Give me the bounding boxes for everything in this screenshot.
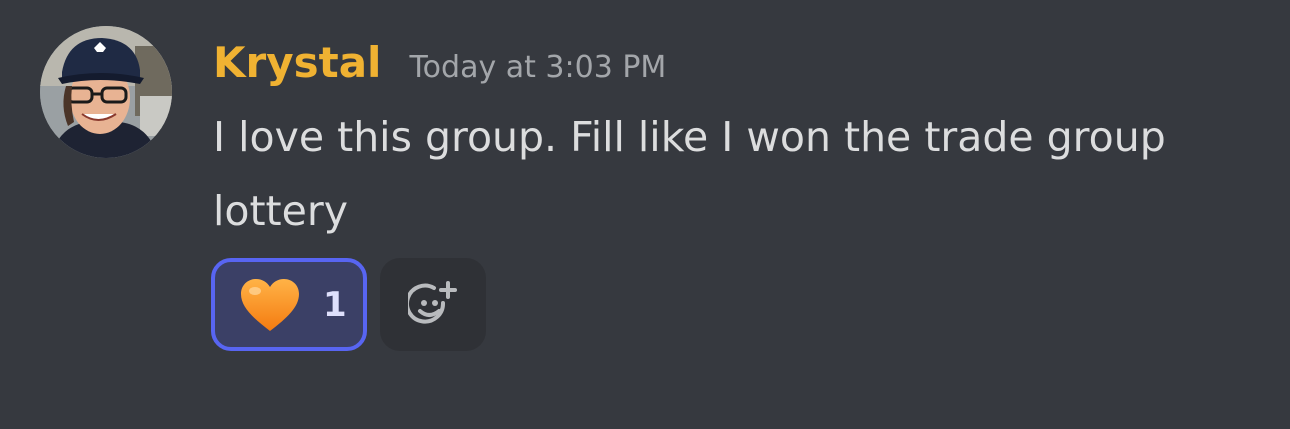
message-timestamp: Today at 3:03 PM — [409, 50, 667, 85]
add-reaction-smiley-icon — [408, 280, 457, 324]
reaction-count: 1 — [323, 284, 347, 325]
avatar-photo — [40, 26, 172, 158]
reaction-bar: 1 — [211, 258, 486, 351]
message-header: Krystal Today at 3:03 PM — [213, 38, 666, 94]
chat-message: Krystal Today at 3:03 PM I love this gro… — [0, 0, 1290, 429]
reaction-orange-heart[interactable]: 1 — [211, 258, 367, 351]
add-reaction-button[interactable] — [380, 258, 486, 351]
avatar[interactable] — [40, 26, 172, 158]
orange-heart-icon — [241, 278, 299, 331]
message-text: I love this group. Fill like I won the t… — [213, 113, 1166, 235]
author-username[interactable]: Krystal — [213, 38, 381, 87]
